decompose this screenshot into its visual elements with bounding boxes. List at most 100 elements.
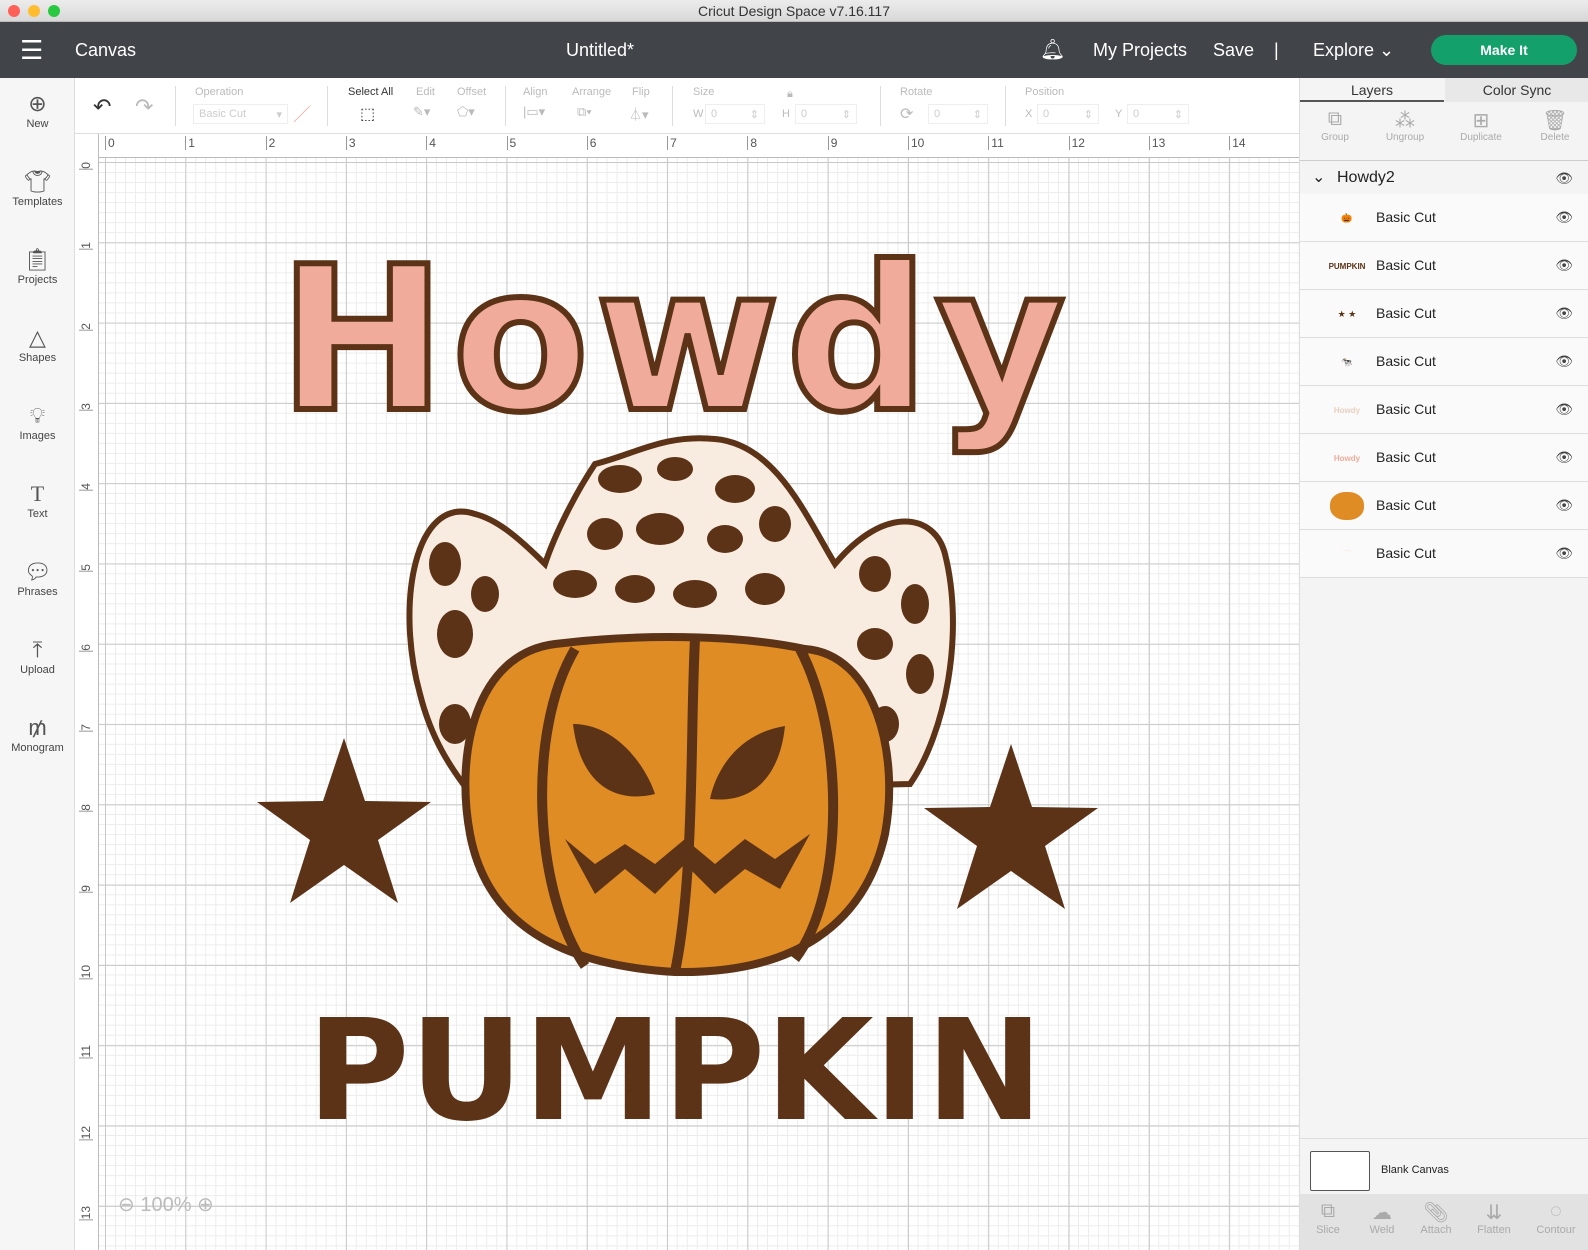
sidebar-item-phrases[interactable]: 💬︎ Phrases [0,558,75,598]
tab-color-sync[interactable]: Color Sync [1445,78,1588,102]
sidebar-item-templates[interactable]: 👕︎ Templates [0,168,75,208]
bell-icon[interactable]: 🔔︎ [1040,22,1065,78]
sidebar-item-upload[interactable]: ⤒ Upload [0,636,75,676]
eye-icon[interactable]: 👁︎ [1555,257,1573,274]
tab-layers[interactable]: Layers [1300,78,1444,102]
zoom-in-icon[interactable]: ⊕ [197,1194,214,1216]
y-value: 0 [1133,108,1140,120]
rotate-input[interactable]: 0 ⇕ [928,104,988,124]
divider [505,86,506,126]
weld-button[interactable]: ☁︎ Weld [1354,1200,1410,1236]
sidebar-item-text[interactable]: T Text [0,480,75,520]
flip-label: Flip [632,86,650,98]
stepper-icon[interactable]: ⇕ [1084,108,1093,121]
divider [327,86,328,126]
thumbnail-text: PUMPKIN [1328,261,1366,271]
hamburger-icon[interactable]: ☰ [20,22,43,78]
lock-icon[interactable]: 🔒︎ [787,88,793,101]
eye-icon[interactable]: 👁︎ [1555,161,1573,195]
ruler-tick-label: 12 [79,1125,93,1140]
layer-name: Basic Cut [1376,305,1436,321]
design-artwork[interactable]: Howdy Howdy PUMPKIN [75,134,1299,1250]
redo-icon[interactable]: ↷ [135,94,153,120]
undo-icon[interactable]: ↶ [93,94,111,120]
flatten-button[interactable]: ⇊ Flatten [1466,1200,1522,1236]
eye-icon[interactable]: 👁︎ [1555,449,1573,466]
layer-row[interactable]: Howdy Basic Cut 👁︎ [1300,434,1588,482]
minimize-window-button[interactable] [28,5,40,17]
attach-button[interactable]: 📎︎ Attach [1408,1200,1464,1236]
delete-button[interactable]: 🗑︎ Delete [1520,108,1588,143]
pencil-icon[interactable]: ✎▾ [413,104,430,120]
ruler-tick-label: 7 [667,136,677,150]
stepper-icon[interactable]: ⇕ [842,108,851,121]
zoom-out-icon[interactable]: ⊖ [118,1194,135,1216]
contour-icon: ◌ [1550,1200,1562,1222]
x-position-input[interactable]: 0 ⇕ [1037,104,1099,124]
sidebar-label: Shapes [18,352,57,364]
monogram-icon: ₥ [28,715,47,740]
layer-name: Basic Cut [1376,209,1436,225]
eye-icon[interactable]: 👁︎ [1555,401,1573,418]
stepper-icon[interactable]: ⇕ [750,108,759,121]
pumpkin-body[interactable] [461,633,894,977]
zoom-control[interactable]: ⊖ 100% ⊕ [118,1192,214,1217]
ruler-tick-label: 2 [265,136,275,150]
select-all-icon[interactable]: ⬚ [360,104,375,124]
maximize-window-button[interactable] [48,5,60,17]
eye-icon[interactable]: 👁︎ [1555,305,1573,322]
layer-row[interactable]: PUMPKIN Basic Cut 👁︎ [1300,242,1588,290]
duplicate-button[interactable]: ⊞ Duplicate [1446,108,1516,143]
position-label: Position [1025,86,1065,98]
sidebar-label: Projects [17,274,58,286]
sidebar-item-shapes[interactable]: △ Shapes [0,324,75,364]
canvas-swatch[interactable] [1310,1151,1370,1191]
contour-button[interactable]: ◌ Contour [1526,1200,1586,1236]
arrange-icon[interactable]: ⧉▾ [577,104,592,120]
stepper-icon[interactable]: ⇕ [1174,108,1183,121]
align-icon[interactable]: |▭▾ [523,104,545,120]
layer-row[interactable]: 🐄 Basic Cut 👁︎ [1300,338,1588,386]
divider [1005,86,1006,126]
layer-row[interactable]: Basic Cut 👁︎ [1300,482,1588,530]
stepper-icon[interactable]: ⇕ [973,108,982,121]
layer-row[interactable]: 🎃 Basic Cut 👁︎ [1300,194,1588,242]
sidebar-item-monogram[interactable]: ₥ Monogram [0,714,75,754]
sidebar-item-images[interactable]: 💡︎ Images [0,402,75,442]
eye-icon[interactable]: 👁︎ [1555,497,1573,514]
text-icon: T [30,481,45,506]
eye-icon[interactable]: 👁︎ [1555,209,1573,226]
left-star[interactable] [257,738,431,903]
explore-menu[interactable]: Explore ⌄ [1313,22,1394,78]
right-star[interactable] [924,744,1098,909]
blank-canvas-row[interactable]: Blank Canvas [1300,1138,1588,1198]
design-canvas[interactable]: Howdy Howdy PUMPKIN [75,134,1299,1250]
pen-color-swatch[interactable]: ／ [293,101,311,127]
y-position-input[interactable]: 0 ⇕ [1127,104,1189,124]
save-button[interactable]: Save [1213,22,1254,78]
my-projects-link[interactable]: My Projects [1093,22,1187,78]
sidebar-item-projects[interactable]: 📋︎ Projects [0,246,75,286]
close-window-button[interactable] [8,5,20,17]
offset-label: Offset [457,86,487,98]
eye-icon[interactable]: 👁︎ [1555,545,1573,562]
offset-icon[interactable]: ⬠▾ [457,104,475,120]
ruler-tick-label: 6 [79,643,93,652]
window-title: Cricut Design Space v7.16.117 [698,3,890,19]
layer-row[interactable]: ★ ★ Basic Cut 👁︎ [1300,290,1588,338]
group-button[interactable]: ⧉ Group [1300,108,1370,143]
layer-row[interactable]: ⌒ Basic Cut 👁︎ [1300,530,1588,578]
flip-icon[interactable]: ⏃▾ [629,104,649,123]
chevron-down-icon[interactable]: ⌄ [1312,161,1325,195]
make-it-button[interactable]: Make It [1431,35,1577,65]
eye-icon[interactable]: 👁︎ [1555,353,1573,370]
width-input[interactable]: 0 ⇕ [705,104,765,124]
sidebar-item-new[interactable]: ⊕ New [0,90,75,130]
ungroup-button[interactable]: ⁂ Ungroup [1370,108,1440,143]
layer-group-howdy2[interactable]: ⌄ Howdy2 👁︎ [1300,160,1588,194]
slice-button[interactable]: ⧉ Slice [1300,1200,1356,1236]
height-input[interactable]: 0 ⇕ [795,104,857,124]
operation-select[interactable]: Basic Cut ▾ [193,104,288,124]
layer-row[interactable]: Howdy Basic Cut 👁︎ [1300,386,1588,434]
ruler-tick-label: 12 [1068,136,1085,150]
